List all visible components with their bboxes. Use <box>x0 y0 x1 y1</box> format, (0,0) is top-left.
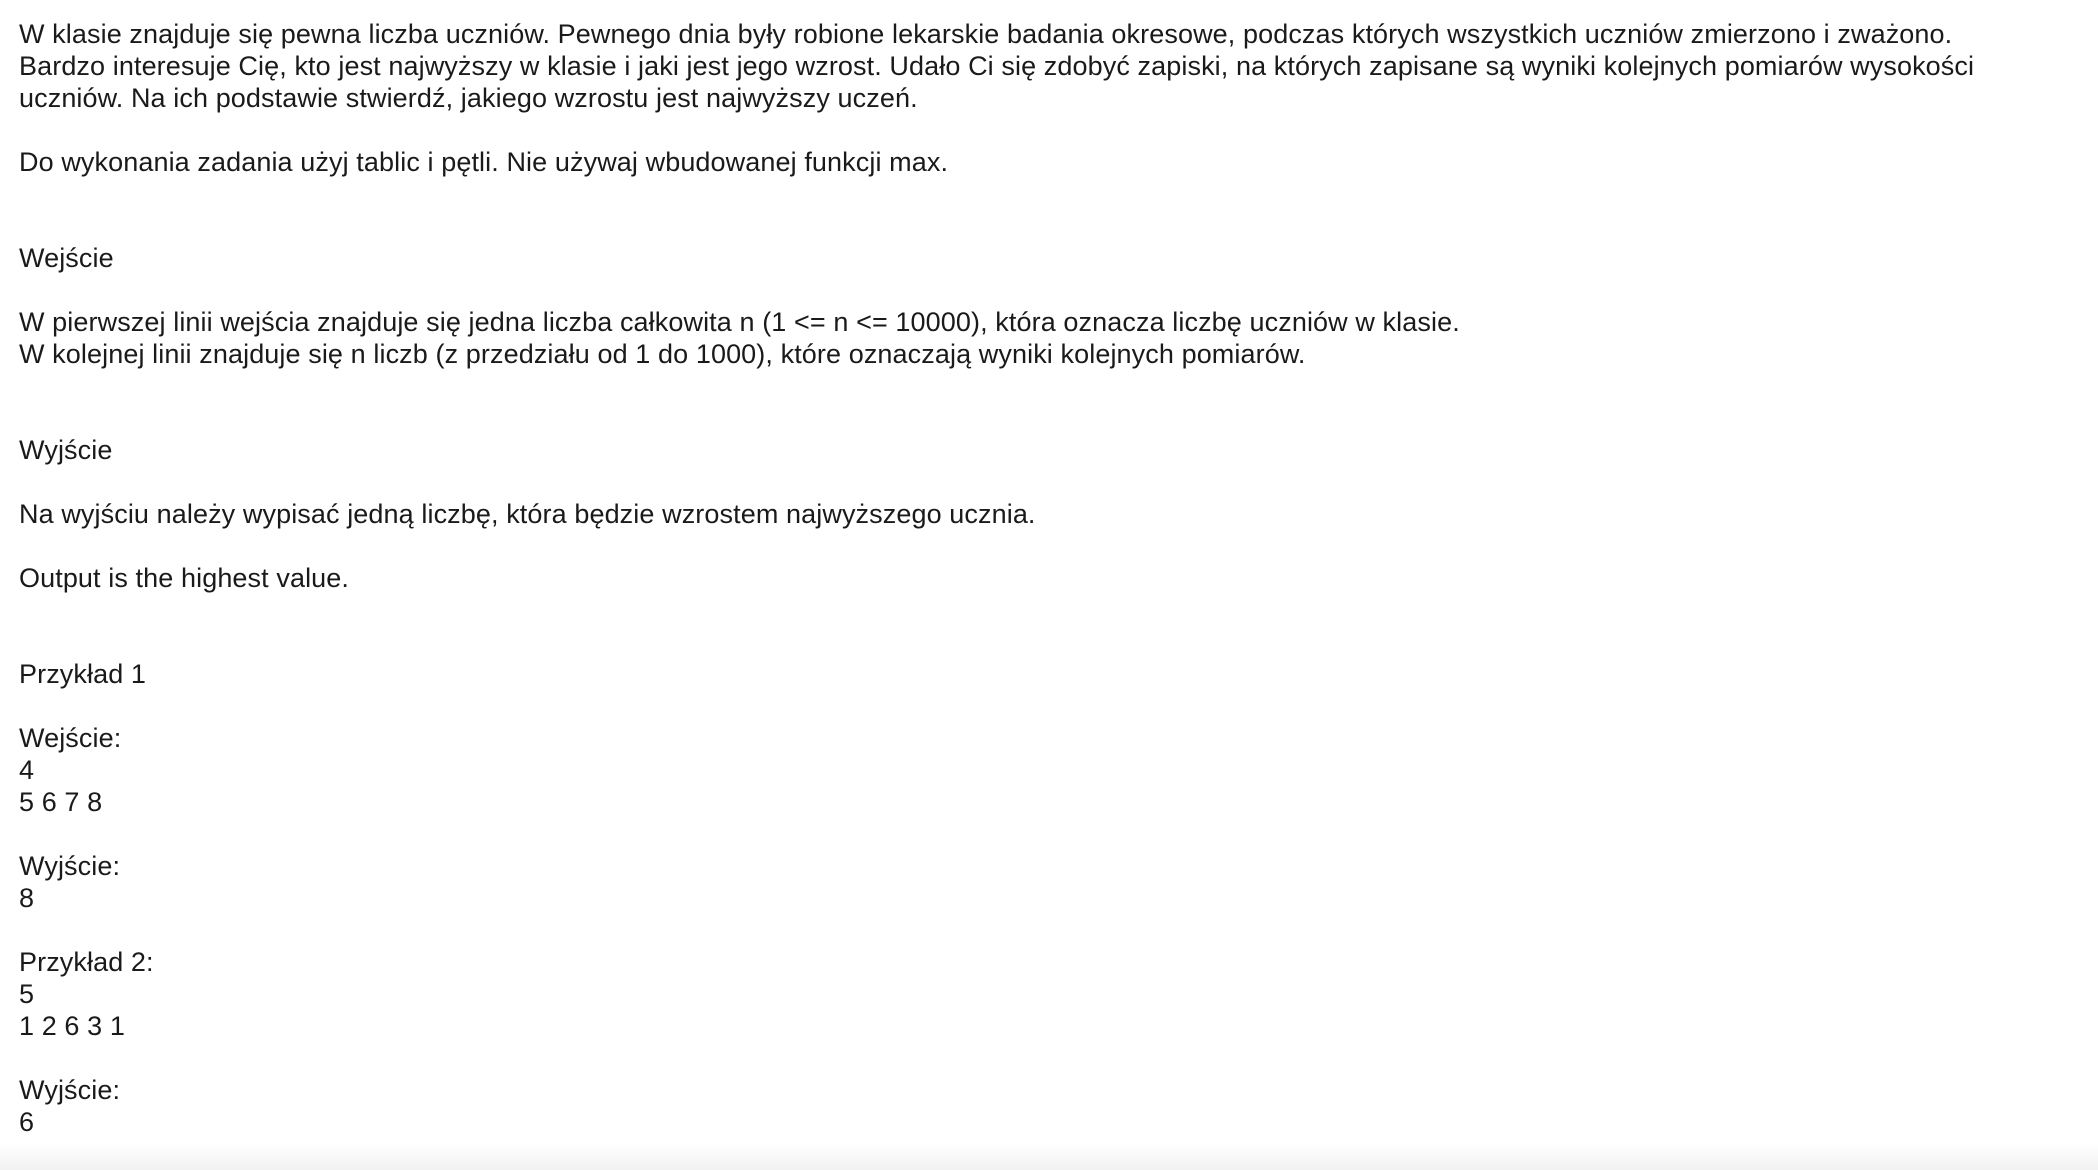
example-2-output-line: 6 <box>19 1107 35 1137</box>
input-description-line-1: W pierwszej linii wejścia znajduje się j… <box>19 307 1460 337</box>
instruction-text: Do wykonania zadania użyj tablic i pętli… <box>19 147 949 177</box>
example-2-output-label: Wyjście: <box>19 1075 121 1105</box>
example-2-input-line: 5 <box>19 979 35 1009</box>
example-1-output-line: 8 <box>19 883 35 913</box>
example-2-input-line: 1 2 6 3 1 <box>19 1011 125 1041</box>
example-1-title: Przykład 1 <box>19 659 147 689</box>
input-heading: Wejście <box>19 243 114 273</box>
output-note: Output is the highest value. <box>19 563 350 593</box>
example-2-title: Przykład 2: <box>19 947 154 977</box>
input-description-line-2: W kolejnej linii znajduje się n liczb (z… <box>19 339 1306 369</box>
intro-line-3: uczniów. Na ich podstawie stwierdź, jaki… <box>19 83 918 113</box>
example-1-input-line: 4 <box>19 755 35 785</box>
example-1-input-line: 5 6 7 8 <box>19 787 103 817</box>
output-description: Na wyjściu należy wypisać jedną liczbę, … <box>19 499 1036 529</box>
output-heading: Wyjście <box>19 435 113 465</box>
example-1-input-label: Wejście: <box>19 723 122 753</box>
intro-line-1: W klasie znajduje się pewna liczba uczni… <box>19 19 1953 49</box>
problem-statement: W klasie znajduje się pewna liczba uczni… <box>19 18 2079 1138</box>
example-1-output-label: Wyjście: <box>19 851 121 881</box>
bottom-fade <box>0 1142 2098 1170</box>
intro-line-2: Bardzo interesuje Cię, kto jest najwyższ… <box>19 51 1975 81</box>
